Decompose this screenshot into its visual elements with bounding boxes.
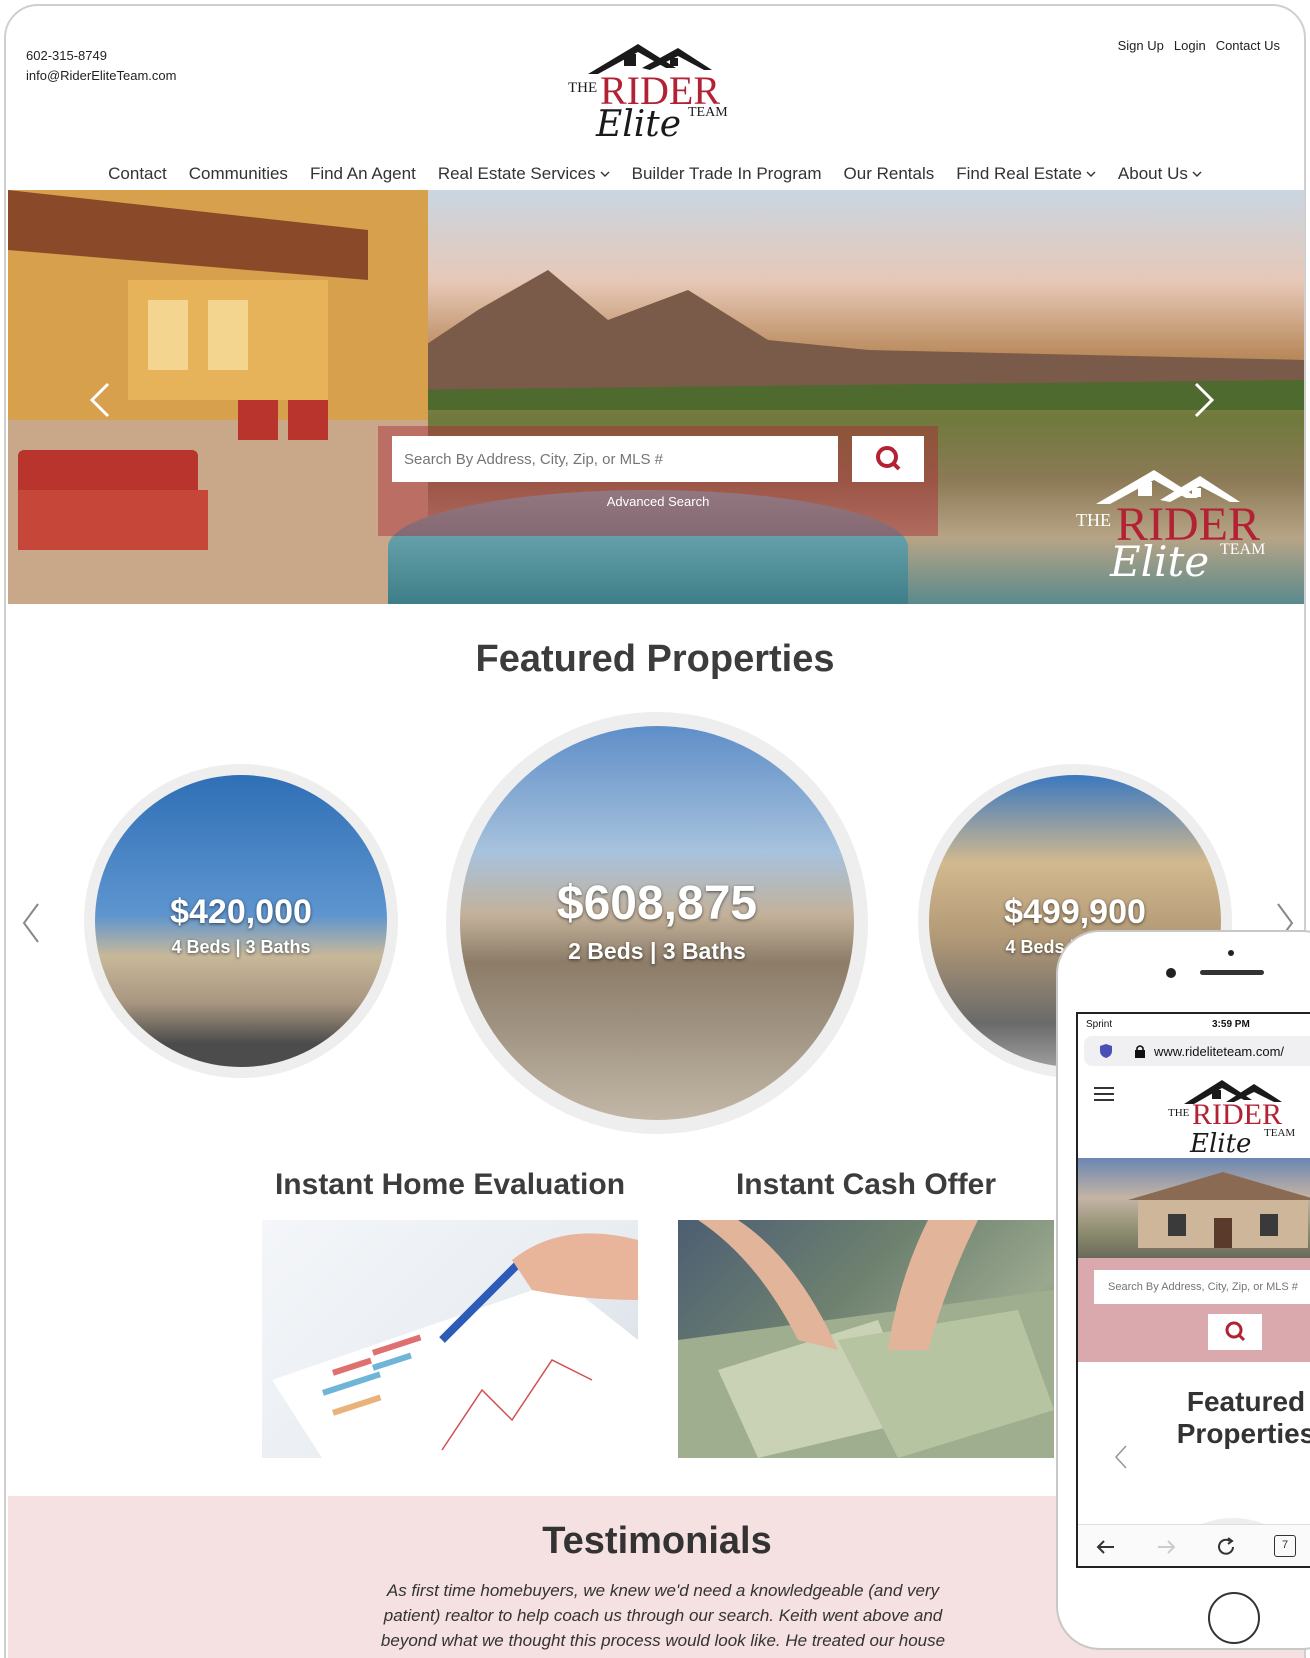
nav-label: Communities	[188, 164, 288, 183]
chevron-down-icon	[600, 171, 610, 177]
hamburger-menu-icon[interactable]	[1094, 1086, 1114, 1102]
logo-graphic: THE RIDER Elite TEAM	[568, 44, 728, 145]
phone-sensor	[1228, 950, 1234, 956]
patio-graphic	[8, 190, 428, 604]
search-button[interactable]	[852, 436, 924, 482]
cash-offer-title[interactable]: Instant Cash Offer	[676, 1168, 1056, 1202]
featured-properties-title: Featured Properties	[475, 638, 835, 680]
money-graphic	[678, 1220, 1054, 1458]
svg-text:Elite: Elite	[1189, 1129, 1251, 1156]
nav-item-our-rentals[interactable]: Our Rentals	[844, 156, 935, 192]
svg-text:TEAM: TEAM	[1220, 541, 1265, 558]
browser-toolbar: 7	[1078, 1524, 1310, 1566]
mobile-search-area	[1078, 1258, 1310, 1362]
house-graphic	[1128, 1172, 1310, 1248]
nav-item-about-us[interactable]: About Us	[1118, 156, 1202, 192]
phone-frame: Sprint 3:59 PM www.rideliteteam.com/ THE…	[1056, 930, 1310, 1650]
carrier-label: Sprint	[1086, 1019, 1113, 1030]
chart-paper-graphic	[272, 1233, 638, 1458]
top-links: Sign Up Login Contact Us	[1118, 38, 1280, 53]
contact-us-link[interactable]: Contact Us	[1216, 38, 1280, 53]
forward-arrow-icon[interactable]	[1154, 1535, 1178, 1559]
svg-text:TEAM: TEAM	[688, 105, 728, 120]
phone-screen: Sprint 3:59 PM www.rideliteteam.com/ THE…	[1076, 1012, 1310, 1568]
home-evaluation-image[interactable]	[262, 1220, 638, 1458]
property-card[interactable]: $608,875 2 Beds | 3 Baths	[446, 712, 868, 1134]
site-logo[interactable]: THE RIDER Elite TEAM	[566, 34, 746, 145]
lock-icon	[1135, 1045, 1145, 1058]
hero-banner: Advanced Search THE RIDER Elite TEAM	[8, 190, 1304, 604]
mobile-logo[interactable]: THE RIDER Elite TEAM	[1168, 1074, 1308, 1156]
hero-search-panel: Advanced Search	[378, 426, 938, 536]
nav-label: Builder Trade In Program	[631, 164, 822, 183]
phone-number[interactable]: 602-315-8749	[26, 46, 176, 66]
property-search-input[interactable]	[392, 436, 838, 482]
nav-label: Real Estate Services	[437, 164, 596, 183]
contact-info: 602-315-8749 info@RiderEliteTeam.com	[26, 46, 176, 86]
hero-logo-watermark: THE RIDER Elite TEAM	[1076, 460, 1286, 586]
mobile-prev-arrow-icon[interactable]	[1114, 1444, 1128, 1470]
property-price: $420,000	[170, 893, 312, 931]
svg-text:Elite: Elite	[1109, 537, 1209, 584]
nav-label: Find Real Estate	[956, 164, 1082, 183]
nav-label: Our Rentals	[843, 164, 935, 183]
back-arrow-icon[interactable]	[1094, 1535, 1118, 1559]
nav-label: Contact	[108, 164, 167, 183]
search-icon	[876, 446, 901, 471]
phone-speaker	[1200, 970, 1264, 975]
home-button[interactable]	[1208, 1592, 1260, 1644]
hero-next-arrow-icon[interactable]	[1192, 380, 1216, 420]
property-card[interactable]: $420,000 4 Beds | 3 Baths	[84, 764, 398, 1078]
tabs-count-button[interactable]: 7	[1274, 1535, 1296, 1557]
sign-up-link[interactable]: Sign Up	[1118, 38, 1164, 53]
property-price: $608,875	[556, 877, 758, 930]
hero-prev-arrow-icon[interactable]	[88, 380, 112, 420]
nav-item-find-real-estate[interactable]: Find Real Estate	[956, 156, 1096, 192]
nav-item-find-an-agent[interactable]: Find An Agent	[310, 156, 416, 192]
property-photo: $608,875 2 Beds | 3 Baths	[460, 726, 854, 1120]
phone-camera	[1166, 968, 1176, 978]
shield-icon	[1100, 1044, 1112, 1058]
svg-text:Elite: Elite	[595, 104, 681, 144]
logo-watermark-graphic: THE RIDER Elite TEAM	[1076, 470, 1265, 586]
svg-text:THE: THE	[1076, 510, 1111, 530]
property-details: 2 Beds | 3 Baths	[568, 938, 746, 964]
nav-label: About Us	[1117, 164, 1188, 183]
email-address[interactable]: info@RiderEliteTeam.com	[26, 66, 176, 86]
nav-label: Find An Agent	[309, 164, 416, 183]
chevron-down-icon	[1086, 171, 1096, 177]
nav-item-communities[interactable]: Communities	[189, 156, 288, 192]
advanced-search-link[interactable]: Advanced Search	[378, 494, 938, 509]
mobile-search-button[interactable]	[1208, 1314, 1262, 1350]
mobile-search-input[interactable]	[1094, 1270, 1310, 1304]
home-evaluation-title[interactable]: Instant Home Evaluation	[260, 1168, 640, 1202]
svg-text:TEAM: TEAM	[1264, 1127, 1295, 1139]
svg-text:THE: THE	[568, 80, 597, 96]
property-price: $499,900	[1004, 893, 1146, 931]
clock-label: 3:59 PM	[1212, 1019, 1250, 1030]
status-bar: Sprint 3:59 PM	[1078, 1014, 1310, 1036]
property-photo: $420,000 4 Beds | 3 Baths	[95, 775, 387, 1067]
nav-item-contact[interactable]: Contact	[108, 156, 167, 192]
login-link[interactable]: Login	[1174, 38, 1206, 53]
reload-icon[interactable]	[1214, 1535, 1238, 1559]
carousel-prev-arrow-icon[interactable]	[20, 902, 42, 944]
svg-text:THE: THE	[1168, 1107, 1190, 1119]
search-icon	[1225, 1321, 1246, 1342]
mobile-hero-image	[1078, 1158, 1310, 1258]
property-details: 4 Beds | 3 Baths	[171, 937, 311, 957]
url-bar[interactable]: www.rideliteteam.com/	[1084, 1036, 1310, 1066]
cash-offer-image[interactable]	[678, 1220, 1054, 1458]
url-text: www.rideliteteam.com/	[1154, 1044, 1285, 1059]
testimonial-quote: As first time homebuyers, we knew we'd n…	[380, 1581, 946, 1658]
nav-item-real-estate-services[interactable]: Real Estate Services	[438, 156, 610, 192]
chevron-down-icon	[1192, 171, 1202, 177]
nav-item-builder-trade-in[interactable]: Builder Trade In Program	[632, 156, 822, 192]
main-nav: Contact Communities Find An Agent Real E…	[6, 156, 1304, 192]
mobile-featured-title: Featured Properties	[1176, 1386, 1310, 1449]
